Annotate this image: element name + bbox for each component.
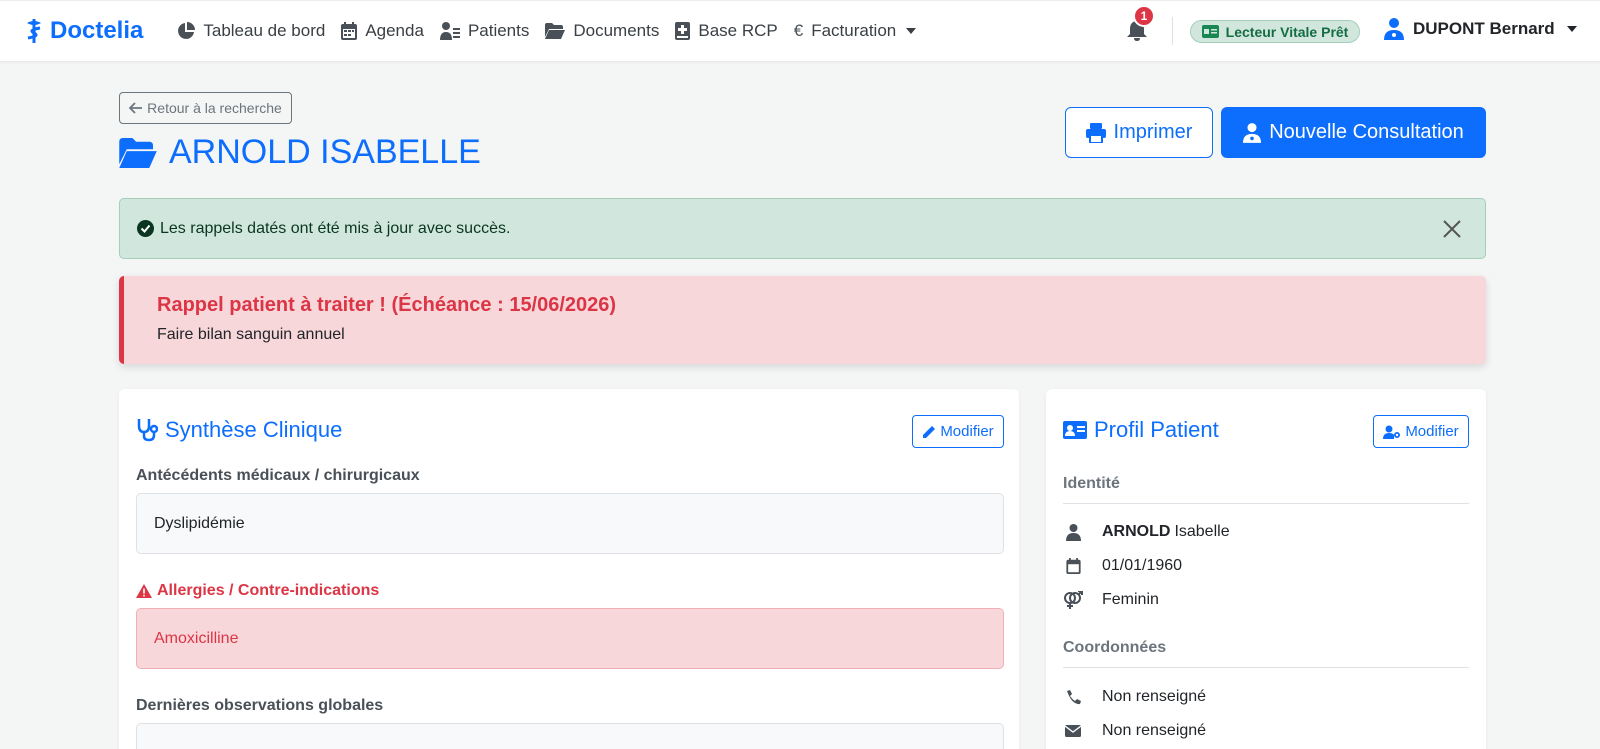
reminder-title: Rappel patient à traiter ! (Échéance : 1… — [157, 294, 617, 316]
back-to-search-button[interactable]: Retour à la recherche — [119, 92, 292, 124]
folder-open-icon — [119, 137, 157, 168]
edit-patient-profile-button[interactable]: Modifier — [1373, 415, 1469, 448]
patients-icon — [439, 22, 460, 40]
email-row: Non renseigné — [1063, 722, 1206, 740]
nav-item-documents[interactable]: Documents — [545, 21, 659, 41]
brand-name: Doctelia — [50, 17, 144, 44]
euro-icon: € — [793, 21, 804, 40]
new-consultation-button[interactable]: Nouvelle Consultation — [1221, 107, 1486, 158]
main-nav: Tableau de bord Agenda Patients Document… — [177, 21, 932, 41]
chevron-down-icon — [1566, 26, 1577, 32]
printer-icon — [1085, 122, 1106, 143]
vitale-label: Lecteur Vitale Prêt — [1225, 23, 1349, 40]
user-menu[interactable]: DUPONT Bernard — [1384, 18, 1577, 40]
calendar-icon — [1065, 558, 1081, 574]
navbar-divider — [1172, 17, 1173, 45]
phone-value: Non renseigné — [1102, 688, 1207, 705]
stethoscope-icon — [137, 419, 158, 442]
user-gear-icon — [1383, 425, 1401, 439]
close-icon[interactable] — [1442, 219, 1462, 239]
user-doctor-icon — [1384, 18, 1404, 40]
edit-label: Modifier — [940, 423, 994, 440]
patient-name-title: ARNOLD ISABELLE — [169, 133, 481, 171]
allergies-field[interactable]: Amoxicilline — [136, 608, 1004, 669]
observations-field[interactable] — [136, 723, 1004, 749]
success-alert: Les rappels datés ont été mis à jour ave… — [119, 198, 1486, 259]
clinical-summary-card: Synthèse Clinique Modifier Antécédents m… — [119, 389, 1019, 749]
birth-date-row: 01/01/1960 — [1063, 557, 1182, 575]
nav-item-base-rcp[interactable]: Base RCP — [675, 21, 778, 41]
identity-heading: Identité — [1063, 475, 1469, 504]
warning-triangle-icon — [136, 584, 152, 598]
observations-label: Dernières observations globales — [136, 697, 384, 714]
card-title: Synthèse Clinique — [136, 417, 342, 443]
nav-item-facturation[interactable]: € Facturation — [794, 21, 917, 41]
nav-item-label: Facturation — [811, 21, 897, 40]
id-card-icon — [1201, 25, 1219, 38]
allergies-label: Allergies / Contre-indications — [157, 582, 380, 599]
nav-item-agenda[interactable]: Agenda — [341, 21, 424, 41]
venus-mars-icon — [1064, 591, 1083, 609]
caduceus-icon — [27, 19, 41, 43]
brand-logo[interactable]: Doctelia — [24, 17, 143, 45]
email-value: Non renseigné — [1102, 722, 1207, 739]
notification-badge: 1 — [1133, 5, 1155, 27]
allergies-value: Amoxicilline — [154, 629, 239, 647]
nav-item-label: Documents — [573, 21, 660, 40]
reminder-text: Faire bilan sanguin annuel — [157, 326, 345, 343]
patient-name-row: ARNOLD Isabelle — [1063, 523, 1230, 541]
pencil-icon — [923, 425, 936, 438]
user-name: DUPONT Bernard — [1413, 19, 1555, 38]
patient-first-name: Isabelle — [1174, 523, 1230, 540]
edit-clinical-summary-button[interactable]: Modifier — [912, 415, 1004, 448]
antecedents-label: Antécédents médicaux / chirurgicaux — [136, 467, 420, 484]
nav-item-patients[interactable]: Patients — [439, 21, 530, 41]
book-medical-icon — [675, 22, 691, 40]
nav-item-dashboard[interactable]: Tableau de bord — [177, 21, 325, 41]
sex-row: Feminin — [1063, 591, 1159, 609]
patient-last-name: ARNOLD — [1102, 523, 1171, 540]
sex-value: Feminin — [1102, 591, 1159, 608]
phone-icon — [1066, 689, 1081, 704]
success-message: Les rappels datés ont été mis à jour ave… — [160, 219, 511, 237]
contact-heading: Coordonnées — [1063, 639, 1469, 668]
vitale-reader-status: Lecteur Vitale Prêt — [1190, 20, 1360, 43]
print-button[interactable]: Imprimer — [1065, 107, 1213, 158]
nav-item-label: Tableau de bord — [203, 21, 326, 40]
arrow-left-icon — [129, 102, 143, 114]
chevron-down-icon — [906, 28, 917, 34]
folder-open-icon — [545, 23, 566, 39]
nav-item-label: Base RCP — [698, 21, 778, 40]
print-label: Imprimer — [1113, 121, 1193, 143]
patient-profile-card: Profil Patient Modifier Identité ARNOLD … — [1046, 389, 1486, 749]
check-circle-icon — [137, 220, 154, 237]
patient-profile-title: Profil Patient — [1094, 417, 1219, 442]
card-title: Profil Patient — [1063, 417, 1219, 443]
phone-row: Non renseigné — [1063, 688, 1206, 706]
antecedents-field[interactable]: Dyslipidémie — [136, 493, 1004, 554]
nav-item-label: Patients — [467, 21, 530, 40]
new-consultation-label: Nouvelle Consultation — [1269, 121, 1464, 143]
envelope-icon — [1065, 725, 1081, 737]
top-navbar: Doctelia Tableau de bord Agenda Patients… — [0, 0, 1600, 61]
allergies-label-row: Allergies / Contre-indications — [136, 582, 379, 600]
antecedents-value: Dyslipidémie — [154, 514, 245, 532]
edit-label: Modifier — [1405, 423, 1459, 440]
chart-pie-icon — [178, 22, 196, 39]
nav-item-label: Agenda — [365, 21, 424, 40]
calendar-icon — [341, 22, 358, 40]
back-label: Retour à la recherche — [147, 100, 282, 116]
user-doctor-icon — [1243, 122, 1262, 143]
birth-date-value: 01/01/1960 — [1102, 557, 1183, 574]
page-title: ARNOLD ISABELLE — [119, 133, 481, 172]
id-card-icon — [1063, 421, 1087, 439]
reminder-alert: Rappel patient à traiter ! (Échéance : 1… — [119, 276, 1486, 364]
clinical-summary-title: Synthèse Clinique — [165, 417, 343, 442]
user-icon — [1065, 523, 1081, 541]
